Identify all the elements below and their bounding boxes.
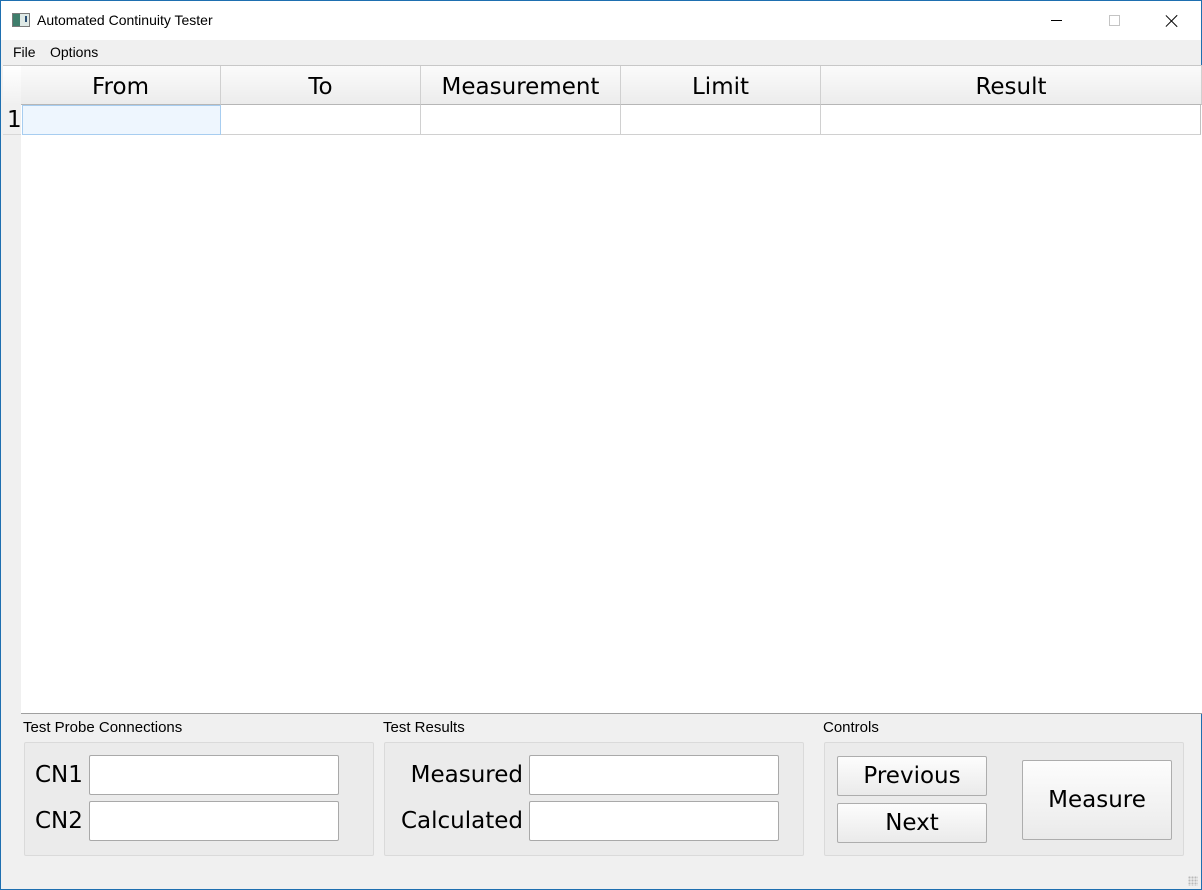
cell-to[interactable]	[221, 105, 421, 135]
cn1-input[interactable]	[89, 755, 339, 795]
probe-connections-title: Test Probe Connections	[23, 719, 183, 736]
calculated-input[interactable]	[529, 801, 779, 841]
row-header-1[interactable]: 1	[3, 105, 22, 135]
minimize-icon	[1050, 20, 1062, 21]
cn2-label: CN2	[35, 808, 83, 834]
app-window: Automated Continuity Tester File Options…	[0, 0, 1202, 890]
measured-label: Measured	[410, 762, 523, 788]
calculated-label: Calculated	[400, 808, 523, 834]
column-header-from[interactable]: From	[21, 66, 221, 105]
column-header-measurement[interactable]: Measurement	[421, 66, 621, 105]
measured-input[interactable]	[529, 755, 779, 795]
controls-title: Controls	[823, 719, 879, 736]
test-results-title: Test Results	[383, 719, 465, 736]
resize-grip-icon[interactable]	[1188, 876, 1198, 886]
menu-bar: File Options	[1, 40, 1201, 65]
close-button[interactable]	[1143, 1, 1201, 40]
menu-options[interactable]: Options	[50, 44, 98, 60]
maximize-button[interactable]	[1085, 1, 1143, 40]
window-title: Automated Continuity Tester	[37, 12, 213, 28]
cn1-label: CN1	[35, 762, 83, 788]
close-icon	[1165, 14, 1179, 28]
column-header-limit[interactable]: Limit	[621, 66, 821, 105]
row-header-area	[3, 105, 21, 714]
column-header-to[interactable]: To	[221, 66, 421, 105]
cell-measurement[interactable]	[421, 105, 621, 135]
menu-file[interactable]: File	[13, 44, 36, 60]
measurement-table[interactable]: From To Measurement Limit Result 1	[3, 65, 1202, 714]
table-corner-button[interactable]	[3, 66, 21, 105]
cell-result[interactable]	[821, 105, 1201, 135]
title-bar[interactable]: Automated Continuity Tester	[1, 1, 1201, 40]
maximize-icon	[1108, 15, 1120, 26]
previous-button[interactable]: Previous	[837, 756, 987, 796]
minimize-button[interactable]	[1027, 1, 1085, 40]
cn2-input[interactable]	[89, 801, 339, 841]
column-header-result[interactable]: Result	[821, 66, 1202, 105]
next-button[interactable]: Next	[837, 803, 987, 843]
measure-button[interactable]: Measure	[1022, 760, 1172, 840]
app-window-icon	[12, 13, 30, 27]
cell-limit[interactable]	[621, 105, 821, 135]
cell-from[interactable]	[22, 105, 221, 135]
